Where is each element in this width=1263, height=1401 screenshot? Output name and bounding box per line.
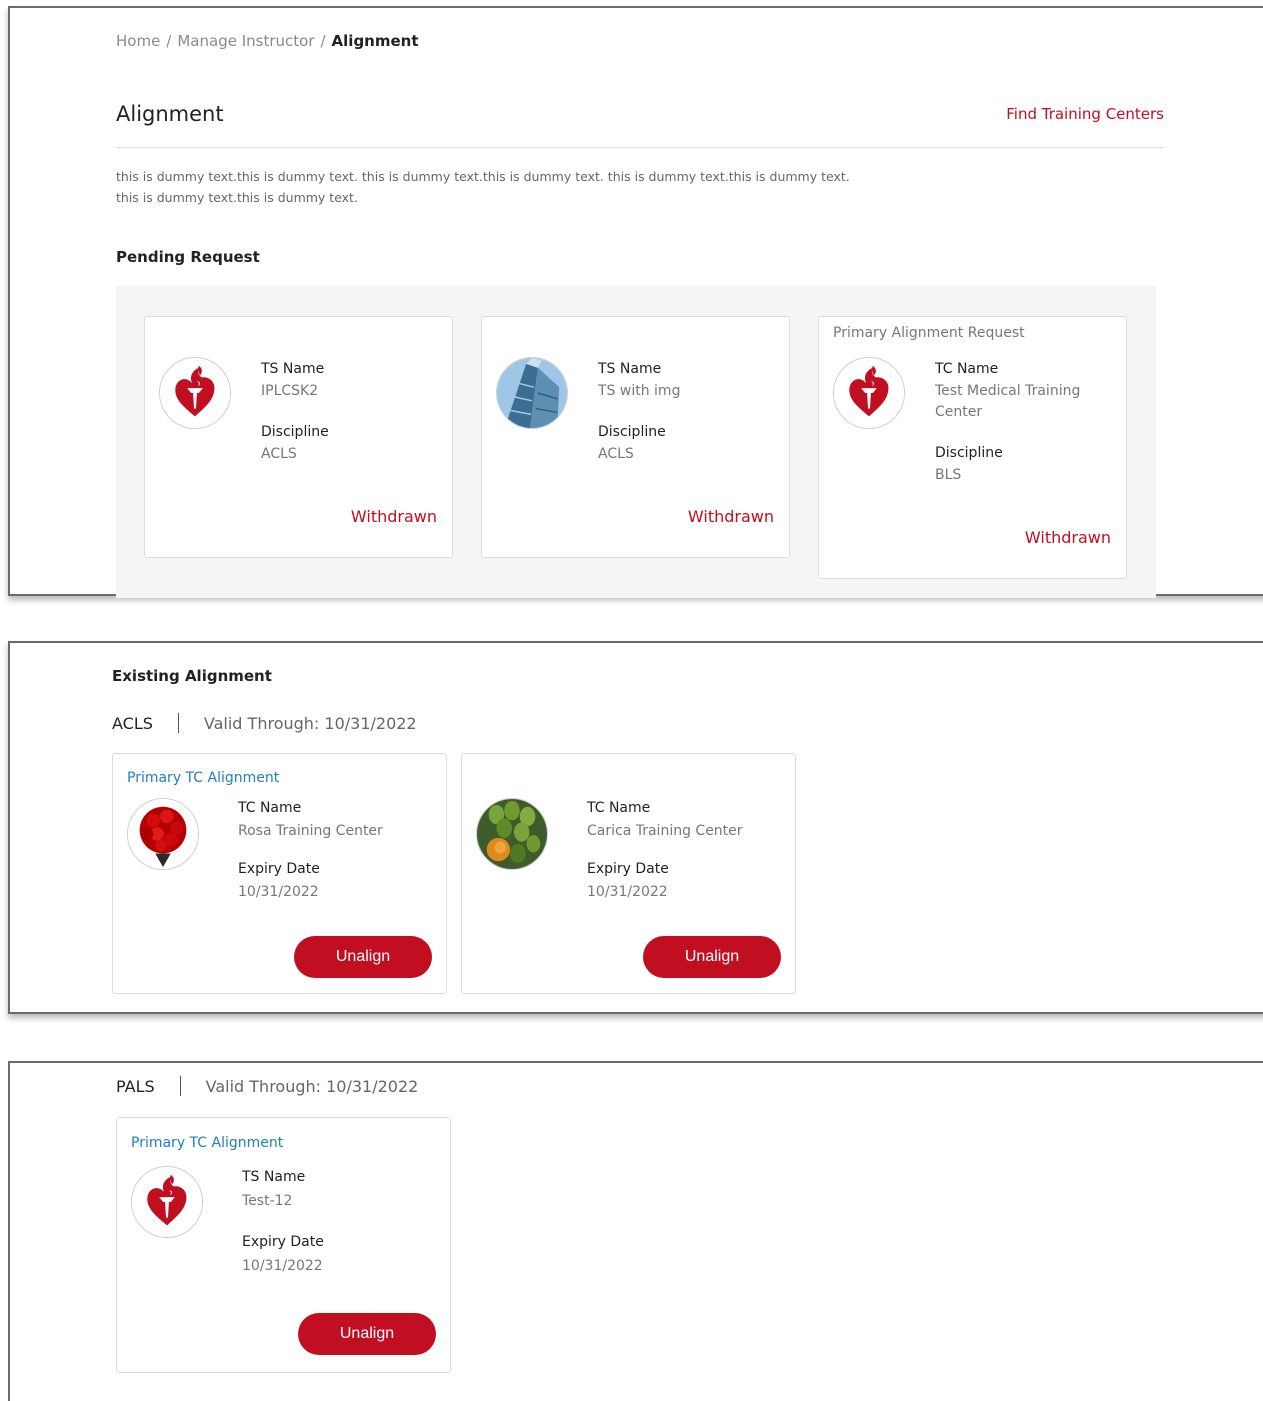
tc-name-value: Test Medical Training Center	[935, 383, 1081, 420]
alignment-card: Primary TC Alignment TS Name Test-12 Exp…	[116, 1117, 451, 1373]
discipline-header: PALS Valid Through: 10/31/2022	[116, 1076, 418, 1096]
breadcrumb-manage-instructor[interactable]: Manage Instructor	[177, 32, 314, 50]
primary-alignment-request-label: Primary Alignment Request	[833, 325, 1025, 341]
withdrawn-link[interactable]: Withdrawn	[688, 507, 774, 526]
ts-name-label: TS Name	[242, 1169, 306, 1185]
alignment-panel: Home / Manage Instructor / Alignment Alignme…	[8, 6, 1263, 598]
building-photo-icon	[496, 357, 568, 429]
discipline-label: Discipline	[935, 445, 1003, 461]
discipline-name: PALS	[116, 1076, 155, 1096]
tc-name-label: TC Name	[238, 800, 302, 816]
ts-name-label: TS Name	[598, 361, 662, 377]
divider	[177, 713, 179, 733]
tc-name-value: Rosa Training Center	[238, 823, 383, 839]
ts-name-value: TS with img	[598, 383, 681, 399]
unalign-button[interactable]: Unalign	[298, 1313, 436, 1355]
expiry-date-value: 10/31/2022	[242, 1258, 323, 1274]
pending-request-title: Pending Request	[116, 248, 260, 266]
unalign-button[interactable]: Unalign	[294, 936, 432, 978]
pending-card: Primary Alignment Request TC Name Test M…	[818, 316, 1127, 579]
find-training-centers-link[interactable]: Find Training Centers	[1006, 105, 1164, 123]
discipline-value: ACLS	[261, 446, 297, 462]
existing-alignment-panel: Existing Alignment ACLS Valid Through: 1…	[8, 641, 1263, 1014]
tc-name-label: TC Name	[587, 800, 651, 816]
breadcrumb: Home / Manage Instructor / Alignment	[116, 32, 419, 50]
tc-name-value: Carica Training Center	[587, 823, 743, 839]
pending-requests-area: TS Name IPLCSK2 Discipline ACLS Withdraw…	[116, 286, 1156, 598]
pending-card: TS Name IPLCSK2 Discipline ACLS Withdraw…	[144, 316, 453, 558]
discipline-label: Discipline	[598, 424, 666, 440]
ts-name-label: TS Name	[261, 361, 325, 377]
ts-name-value: Test-12	[242, 1193, 293, 1209]
valid-through: Valid Through: 10/31/2022	[205, 1076, 419, 1096]
existing-alignment-title: Existing Alignment	[112, 667, 272, 685]
title-divider	[116, 147, 1164, 148]
valid-through: Valid Through: 10/31/2022	[203, 713, 417, 733]
withdrawn-link[interactable]: Withdrawn	[351, 507, 437, 526]
papaya-photo-icon	[476, 798, 548, 870]
aha-heart-logo-icon	[159, 357, 231, 429]
discipline-value: ACLS	[598, 446, 634, 462]
tc-name-label: TC Name	[935, 361, 999, 377]
discipline-label: Discipline	[261, 424, 329, 440]
breadcrumb-home[interactable]: Home	[116, 32, 160, 50]
expiry-date-value: 10/31/2022	[238, 884, 319, 900]
discipline-header: ACLS Valid Through: 10/31/2022	[112, 713, 417, 733]
aha-heart-logo-icon	[833, 357, 905, 429]
expiry-date-label: Expiry Date	[242, 1234, 324, 1250]
page-title: Alignment	[116, 102, 224, 126]
primary-tc-alignment-label: Primary TC Alignment	[131, 1135, 284, 1151]
expiry-date-value: 10/31/2022	[587, 884, 668, 900]
discipline-name: ACLS	[112, 713, 153, 733]
expiry-date-label: Expiry Date	[587, 861, 669, 877]
roses-photo-icon	[127, 798, 199, 870]
unalign-button[interactable]: Unalign	[643, 936, 781, 978]
alignment-card: TC Name Carica Training Center Expiry Da…	[461, 753, 796, 994]
ts-name-value: IPLCSK2	[261, 383, 319, 399]
aha-heart-logo-icon	[131, 1166, 203, 1238]
primary-tc-alignment-label: Primary TC Alignment	[127, 770, 280, 786]
discipline-value: BLS	[935, 467, 962, 483]
expiry-date-label: Expiry Date	[238, 861, 320, 877]
divider	[179, 1076, 181, 1096]
page-description: this is dummy text.this is dummy text. t…	[116, 169, 850, 205]
breadcrumb-current: Alignment	[331, 32, 419, 50]
withdrawn-link[interactable]: Withdrawn	[1025, 528, 1111, 547]
existing-alignment-panel-pals: PALS Valid Through: 10/31/2022 Primary T…	[8, 1061, 1263, 1401]
alignment-card: Primary TC Alignment TC Name Rosa Traini…	[112, 753, 447, 994]
pending-card: TS Name TS with img Discipline ACLS With…	[481, 316, 790, 558]
